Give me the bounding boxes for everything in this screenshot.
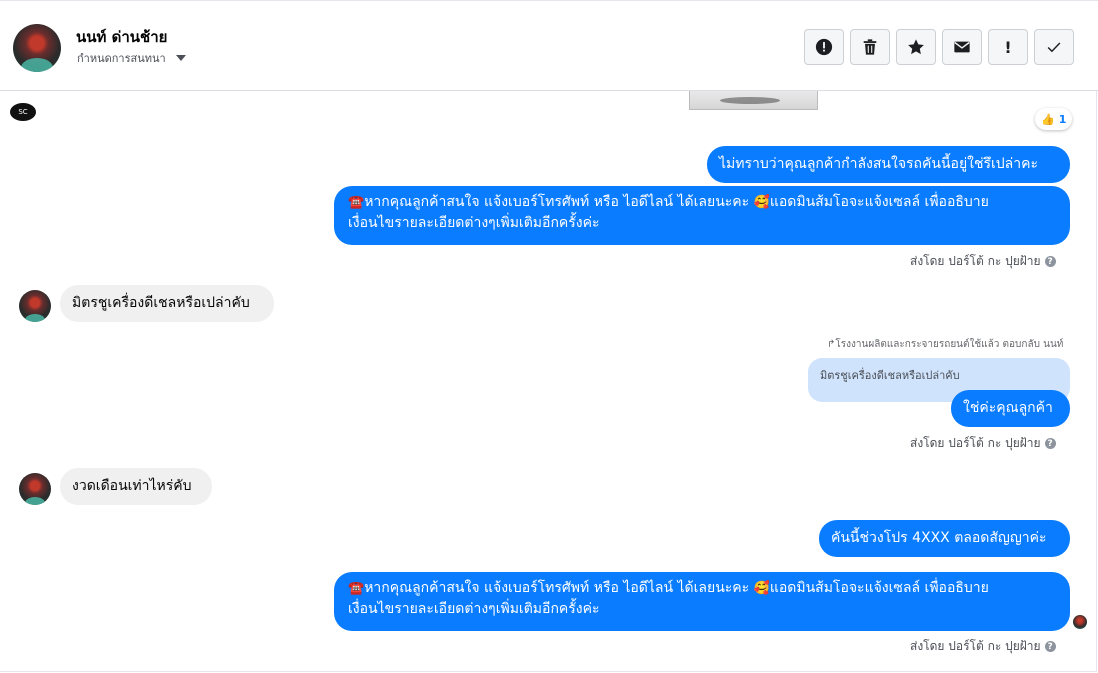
mark-done-button[interactable] xyxy=(1034,29,1074,65)
telephone-icon: ☎️ xyxy=(348,581,365,596)
message-bubble-outgoing[interactable]: ☎️หากคุณลูกค้าสนใจ แจ้งเบอร์โทรศัพท์ หรื… xyxy=(334,572,1070,631)
telephone-icon: ☎️ xyxy=(348,195,365,210)
contact-avatar[interactable] xyxy=(13,24,61,72)
message-line: เงื่อนไขรายละเอียดต่างๆเพิ่มเติมอีกครั้ง… xyxy=(348,215,600,231)
message-bubble-outgoing[interactable]: คันนี้ช่วงโปร 4XXX ตลอดสัญญาค่ะ xyxy=(819,520,1070,557)
reaction-badge[interactable]: 👍 1 xyxy=(1035,108,1073,130)
attached-image[interactable] xyxy=(689,91,818,110)
delete-button[interactable] xyxy=(850,29,890,65)
message-bubble-incoming[interactable]: งวดเดือนเท่าไหร่คับ xyxy=(60,468,212,505)
exclamation-icon: ! xyxy=(1004,37,1012,57)
mark-unread-button[interactable] xyxy=(942,29,982,65)
message-line: ☎️หากคุณลูกค้าสนใจ แจ้งเบอร์โทรศัพท์ หรื… xyxy=(348,578,1056,599)
sent-by-label: ส่งโดย ปอร์โต้ กะ ปุยฝ้าย ? xyxy=(910,637,1056,656)
conversation-settings-dropdown[interactable]: กำหนดการสนทนา xyxy=(77,49,186,67)
message-text: หากคุณลูกค้าสนใจ แจ้งเบอร์โทรศัพท์ หรือ … xyxy=(364,580,754,596)
star-button[interactable] xyxy=(896,29,936,65)
message-bubble-outgoing[interactable]: ☎️หากคุณลูกค้าสนใจ แจ้งเบอร์โทรศัพท์ หรื… xyxy=(334,186,1070,245)
reply-note: ↱โรงงานผลิตและกระจายรถยนต์ใช้แล้ว ตอบกลั… xyxy=(827,339,1064,350)
contact-avatar-small[interactable] xyxy=(19,290,51,322)
mark-spam-button[interactable] xyxy=(804,29,844,65)
flag-button[interactable]: ! xyxy=(988,29,1028,65)
trash-icon xyxy=(863,39,877,55)
conversation-toolbar: ! xyxy=(804,29,1074,65)
message-bubble-outgoing[interactable]: ไม่ทราบว่าคุณลูกค้ากำลังสนใจรถคันนี้อยู่… xyxy=(707,146,1070,183)
message-text: แอดมินส้มโอจะแจ้งเซลล์ เพื่ออธิบาย xyxy=(769,194,989,210)
sent-by-label: ส่งโดย ปอร์โต้ กะ ปุยฝ้าย ? xyxy=(910,434,1056,453)
page-logo: SC xyxy=(10,103,36,121)
help-icon[interactable]: ? xyxy=(1044,641,1056,652)
conversation-settings-label: กำหนดการสนทนา xyxy=(77,52,166,65)
alert-icon xyxy=(815,38,833,56)
smiling-face-icon: 🥰 xyxy=(753,195,770,210)
thumbs-up-icon: 👍 xyxy=(1041,112,1055,126)
message-bubble-outgoing[interactable]: ใช่ค่ะคุณลูกค้า xyxy=(951,390,1070,427)
message-text: หากคุณลูกค้าสนใจ แจ้งเบอร์โทรศัพท์ หรือ … xyxy=(364,194,754,210)
mail-icon xyxy=(954,41,970,53)
contact-name[interactable]: นนท์ ด่านช้าย xyxy=(76,25,167,49)
sent-by-text: ส่งโดย ปอร์โต้ กะ ปุยฝ้าย xyxy=(910,254,1041,268)
message-line: เงื่อนไขรายละเอียดต่างๆเพิ่มเติมอีกครั้ง… xyxy=(348,601,600,617)
sent-by-label: ส่งโดย ปอร์โต้ กะ ปุยฝ้าย ? xyxy=(910,252,1056,271)
message-text: แอดมินส้มโอจะแจ้งเซลล์ เพื่ออธิบาย xyxy=(769,580,989,596)
star-icon xyxy=(908,39,924,55)
seen-by-avatar xyxy=(1073,615,1087,629)
sent-by-text: ส่งโดย ปอร์โต้ กะ ปุยฝ้าย xyxy=(910,639,1041,653)
help-icon[interactable]: ? xyxy=(1044,256,1056,267)
conversation-header: นนท์ ด่านช้าย กำหนดการสนทนา ! xyxy=(0,0,1098,91)
message-bubble-incoming[interactable]: มิตรชูเครื่องดีเชลหรือเปล่าคับ xyxy=(60,285,274,322)
check-icon xyxy=(1047,42,1061,53)
message-line: ☎️หากคุณลูกค้าสนใจ แจ้งเบอร์โทรศัพท์ หรื… xyxy=(348,192,1056,213)
caret-down-icon xyxy=(175,55,186,61)
sent-by-text: ส่งโดย ปอร์โต้ กะ ปุยฝ้าย xyxy=(910,436,1041,450)
reaction-count: 1 xyxy=(1058,112,1067,126)
contact-avatar-small[interactable] xyxy=(19,473,51,505)
message-thread[interactable]: SC 👍 1 ไม่ทราบว่าคุณลูกค้ากำลังสนใจรถคัน… xyxy=(0,91,1098,673)
help-icon[interactable]: ? xyxy=(1044,438,1056,449)
smiling-face-icon: 🥰 xyxy=(753,581,770,596)
